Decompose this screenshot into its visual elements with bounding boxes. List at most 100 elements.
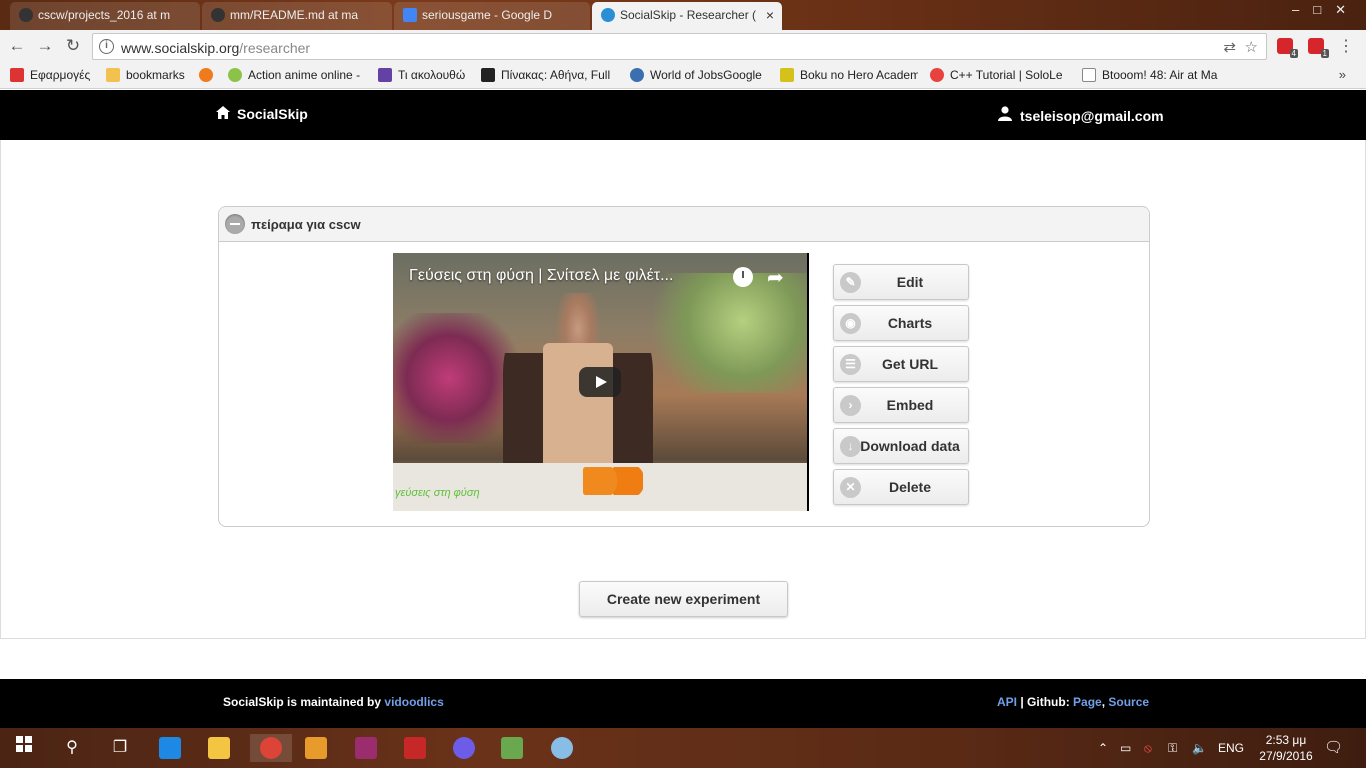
apps-icon	[10, 68, 24, 82]
flash-icon[interactable]	[352, 734, 380, 762]
close-icon: ✕	[840, 477, 861, 498]
socialskip-favicon-icon	[601, 8, 615, 22]
url-text[interactable]: www.socialskip.org/researcher	[121, 40, 310, 56]
site-info-icon[interactable]: i	[99, 39, 114, 54]
site-footer: SocialSkip is maintained by vidoodlics A…	[0, 679, 1366, 728]
opera-extension-icon[interactable]: 4	[1277, 38, 1298, 58]
footer-maintained-text: SocialSkip is maintained by	[223, 695, 382, 709]
paint-icon[interactable]	[548, 734, 576, 762]
network-icon[interactable]: ⚿	[1168, 728, 1177, 768]
address-bar[interactable]: i www.socialskip.org/researcher ⇄ ☆	[92, 33, 1267, 60]
window-controls[interactable]: –□✕	[1292, 2, 1360, 18]
github-page-link[interactable]: Page	[1073, 695, 1102, 709]
reload-icon[interactable]: ↻	[62, 35, 84, 57]
minimize-icon[interactable]: –	[1292, 2, 1313, 17]
video-player[interactable]: Γεύσεις στη φύση | Σνίτσελ με φιλέτ... ➦…	[393, 253, 809, 511]
experiment-panel-header[interactable]: πείραμα για cscw	[219, 207, 1149, 242]
bookmark-star-icon[interactable]: ☆	[1245, 38, 1258, 56]
edit-button[interactable]: ✎ Edit	[833, 264, 969, 300]
window-close-icon[interactable]: ✕	[1335, 2, 1360, 17]
bookmark-item[interactable]: World of JobsGoogle	[630, 68, 766, 82]
collapse-icon[interactable]	[225, 214, 245, 234]
bookmark-item[interactable]: C++ Tutorial | SoloLe	[930, 68, 1070, 82]
bookmark-item[interactable]: Boku no Hero Academ	[780, 68, 918, 82]
clock-date: 27/9/2016	[1259, 749, 1313, 763]
bookmark-item[interactable]: Btooom! 48: Air at Ma	[1082, 68, 1218, 82]
bookmark-folder[interactable]: bookmarks	[106, 68, 196, 82]
bookmark-label: Action anime online -	[248, 68, 361, 82]
maximize-icon[interactable]: □	[1313, 2, 1335, 17]
bookmark-label: World of JobsGoogle	[650, 68, 762, 82]
bookmarks-bar: Εφαρμογές bookmarks Action anime online …	[0, 63, 1366, 89]
start-icon[interactable]	[10, 734, 38, 762]
embed-button[interactable]: › Embed	[833, 387, 969, 423]
notifications-icon[interactable]: 🗨	[1324, 728, 1343, 768]
search-icon[interactable]: ⚲	[58, 734, 86, 762]
github-source-link[interactable]: Source	[1108, 695, 1149, 709]
user-icon	[998, 106, 1012, 124]
bookmark-ubuntu[interactable]	[199, 68, 221, 82]
extension-badge: 1	[1320, 49, 1329, 58]
browser-tab[interactable]: cscw/projects_2016 at m	[10, 2, 200, 30]
user-menu[interactable]: tseleisop@gmail.com	[998, 106, 1164, 124]
task-view-icon[interactable]: ❐	[106, 734, 134, 762]
u-icon	[780, 68, 794, 82]
share-icon[interactable]: ➦	[767, 265, 784, 290]
video-greenery	[643, 273, 809, 393]
antivirus-icon[interactable]: ⦸	[1144, 728, 1152, 768]
acrobat-icon[interactable]	[401, 734, 429, 762]
download-icon: ↓	[840, 436, 861, 457]
bookmark-item[interactable]: Τι ακολουθώ	[378, 68, 470, 82]
api-link[interactable]: API	[997, 695, 1017, 709]
file-explorer-icon[interactable]	[205, 734, 233, 762]
bookmark-item[interactable]: Action anime online -	[228, 68, 366, 82]
browser-tab-active[interactable]: SocialSkip - Researcher ( ×	[592, 2, 782, 30]
forward-icon[interactable]: →	[34, 35, 56, 57]
battery-icon[interactable]: ▭	[1120, 728, 1131, 768]
brand-link[interactable]: SocialSkip	[216, 106, 308, 122]
adblock-extension-icon[interactable]: 1	[1308, 38, 1329, 58]
download-data-button[interactable]: ↓ Download data	[833, 428, 969, 464]
translate-icon[interactable]: ⇄	[1223, 38, 1236, 56]
maintainer-link[interactable]: vidoodlics	[384, 695, 443, 709]
eye-icon: ◉	[840, 313, 861, 334]
language-indicator[interactable]: ENG	[1218, 728, 1244, 768]
user-email: tseleisop@gmail.com	[1020, 108, 1164, 124]
chrome-menu-icon[interactable]: ⋮	[1338, 36, 1354, 56]
get-url-button[interactable]: ☰ Get URL	[833, 346, 969, 382]
home-icon	[216, 106, 230, 122]
notepad-icon[interactable]	[498, 734, 526, 762]
tray-chevron-icon[interactable]: ⌃	[1098, 728, 1108, 768]
tab-label: cscw/projects_2016 at m	[38, 8, 171, 22]
bookmark-apps[interactable]: Εφαρμογές	[10, 68, 102, 82]
more-bookmarks-icon[interactable]: »	[1339, 67, 1346, 82]
cat-app-icon[interactable]	[450, 734, 478, 762]
create-experiment-button[interactable]: Create new experiment	[579, 581, 788, 617]
browser-toolbar: ← → ↻ i www.socialskip.org/researcher ⇄ …	[0, 30, 1366, 63]
bookmark-item[interactable]: Πίνακας: Αθήνα, Full	[481, 68, 615, 82]
brand-name: SocialSkip	[237, 106, 308, 122]
media-player-icon[interactable]	[302, 734, 330, 762]
chrome-icon[interactable]	[250, 734, 292, 762]
video-title[interactable]: Γεύσεις στη φύση | Σνίτσελ με φιλέτ...	[409, 267, 729, 285]
folder-icon	[106, 68, 120, 82]
play-button[interactable]	[579, 367, 621, 397]
close-tab-icon[interactable]: ×	[766, 2, 774, 28]
charts-button[interactable]: ◉ Charts	[833, 305, 969, 341]
get-url-label: Get URL	[882, 356, 938, 372]
multicolor-icon	[228, 68, 242, 82]
sololearn-icon	[930, 68, 944, 82]
url-domain: www.socialskip.org	[121, 40, 240, 56]
edge-icon[interactable]	[156, 734, 184, 762]
twitch-icon	[378, 68, 392, 82]
tab-label: seriousgame - Google D	[422, 8, 553, 22]
bookmark-label: Πίνακας: Αθήνα, Full	[501, 68, 611, 82]
system-clock[interactable]: 2:53 μμ 27/9/2016	[1258, 732, 1314, 764]
delete-button[interactable]: ✕ Delete	[833, 469, 969, 505]
browser-tab[interactable]: seriousgame - Google D	[394, 2, 590, 30]
watch-later-icon[interactable]	[733, 267, 753, 287]
embed-label: Embed	[886, 397, 934, 413]
back-icon[interactable]: ←	[6, 35, 28, 57]
browser-tab[interactable]: mm/README.md at ma	[202, 2, 392, 30]
volume-icon[interactable]: 🔈	[1192, 728, 1207, 768]
